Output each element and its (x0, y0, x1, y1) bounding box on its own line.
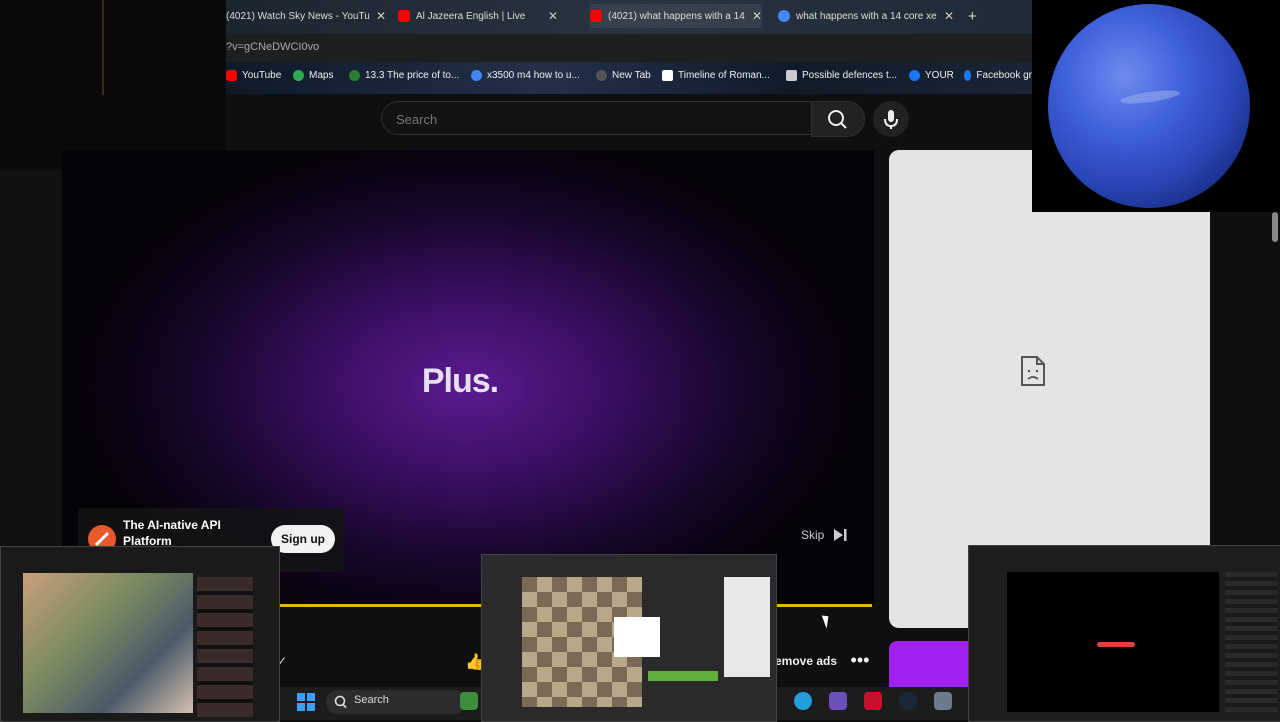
sign-up-button[interactable]: Sign up (271, 525, 335, 553)
wikipedia-icon (662, 70, 673, 81)
bookmark-label: YOUR (925, 70, 954, 81)
tab-youtube-active[interactable]: (4021) what happens with a 14 ✕ (590, 4, 762, 28)
tab-bar: (4021) Watch Sky News - YouTu ✕ Al Jazee… (226, 0, 1032, 34)
window-preview-video[interactable] (0, 546, 280, 722)
scrollbar-thumb[interactable] (1272, 212, 1278, 242)
google-icon (778, 10, 790, 22)
bookmark-label: x3500 m4 how to u... (487, 70, 580, 81)
skip-label: Skip (801, 528, 825, 542)
bookmark-timeline[interactable]: Timeline of Roman... (662, 70, 770, 81)
facebook-icon (909, 70, 920, 81)
taskbar-search[interactable] (326, 690, 466, 714)
skip-ad-button[interactable]: Skip (801, 528, 850, 542)
address-bar[interactable] (226, 34, 1032, 62)
search-box (381, 101, 813, 136)
purple-action-button[interactable] (889, 641, 969, 687)
tab-label: (4021) what happens with a 14 (608, 10, 745, 22)
microphone-icon (884, 110, 898, 129)
remove-ads-button[interactable]: emove ads (775, 654, 837, 668)
taskbar-search-label: Search (354, 694, 389, 706)
left-lower-background (0, 170, 62, 550)
bookmark-facebook-group[interactable]: Facebook gr (964, 70, 1032, 81)
tab-label: Al Jazeera English | Live (416, 10, 526, 22)
plus-icon: + (968, 7, 977, 25)
youtube-icon (226, 70, 237, 81)
bookmark-x3500[interactable]: x3500 m4 how to u... (471, 70, 580, 81)
app-icon[interactable] (829, 692, 847, 710)
preview-dialog (614, 617, 660, 657)
new-tab-button[interactable]: + (968, 4, 988, 28)
bookmark-price[interactable]: 13.3 The price of to... (349, 70, 459, 81)
bookmark-label: Maps (309, 70, 334, 81)
address-text[interactable]: ?v=gCNeDWCI0vo (226, 41, 319, 53)
flash-app-icon[interactable] (864, 692, 882, 710)
telegram-icon[interactable] (794, 692, 812, 710)
page-icon (349, 70, 360, 81)
video-title: Plus. (421, 362, 499, 400)
close-icon[interactable]: ✕ (548, 9, 558, 23)
tab-google-search[interactable]: what happens with a 14 core xe ✕ (778, 4, 954, 28)
gamepad-icon[interactable] (934, 692, 952, 710)
more-options-icon[interactable]: ••• (848, 650, 872, 674)
tab-al-jazeera[interactable]: Al Jazeera English | Live ✕ (398, 4, 558, 28)
search-icon (828, 110, 847, 129)
bookmark-new-tab[interactable]: New Tab (596, 70, 651, 81)
bookmark-your[interactable]: YOUR (909, 70, 954, 81)
neptune-image (1048, 4, 1250, 208)
bookmark-label: Possible defences t... (802, 70, 898, 81)
bookmark-label: YouTube (242, 70, 282, 81)
tab-label: (4021) Watch Sky News - YouTu (226, 10, 370, 22)
bookmark-defences[interactable]: Possible defences t... (786, 70, 897, 81)
preview-chat (1225, 572, 1277, 712)
close-icon[interactable]: ✕ (752, 9, 762, 23)
left-background (0, 0, 226, 170)
divider (102, 0, 104, 95)
broken-document-icon (1020, 355, 1046, 387)
steam-icon[interactable] (899, 692, 917, 710)
close-icon[interactable]: ✕ (376, 9, 386, 23)
right-background (1210, 212, 1280, 552)
youtube-icon (398, 10, 410, 22)
skip-next-icon (834, 529, 847, 541)
bookmark-label: Timeline of Roman... (678, 70, 770, 81)
search-button[interactable] (811, 101, 865, 137)
voice-search-button[interactable] (873, 101, 909, 137)
windows-start-icon[interactable] (296, 692, 316, 712)
bookmark-label: Facebook gr (976, 70, 1032, 81)
page-icon (596, 70, 607, 81)
search-icon (334, 695, 347, 709)
bookmark-label: New Tab (612, 70, 651, 81)
preview-red-button (1097, 642, 1135, 647)
preview-video-frame (23, 573, 193, 713)
close-icon[interactable]: ✕ (944, 9, 954, 23)
ad-text: The AI-native API Platform (123, 518, 221, 548)
preview-sidebar (197, 577, 253, 717)
tab-sky-news[interactable]: (4021) Watch Sky News - YouTu ✕ (226, 4, 386, 28)
widgets-icon[interactable] (460, 692, 478, 710)
window-preview-stream[interactable] (968, 545, 1280, 722)
bookmark-label: 13.3 The price of to... (365, 70, 460, 81)
youtube-icon (590, 10, 602, 22)
facebook-icon (964, 70, 972, 81)
window-preview-chess[interactable] (481, 554, 777, 722)
preview-side-panel (724, 577, 770, 677)
bookmark-maps[interactable]: Maps (293, 70, 333, 81)
google-icon (471, 70, 482, 81)
map-pin-icon (293, 70, 304, 81)
preview-button (648, 671, 718, 681)
tab-label: what happens with a 14 core xe (796, 10, 937, 22)
page-icon (786, 70, 797, 81)
search-input[interactable] (394, 102, 798, 136)
bookmark-youtube[interactable]: YouTube (226, 70, 281, 81)
